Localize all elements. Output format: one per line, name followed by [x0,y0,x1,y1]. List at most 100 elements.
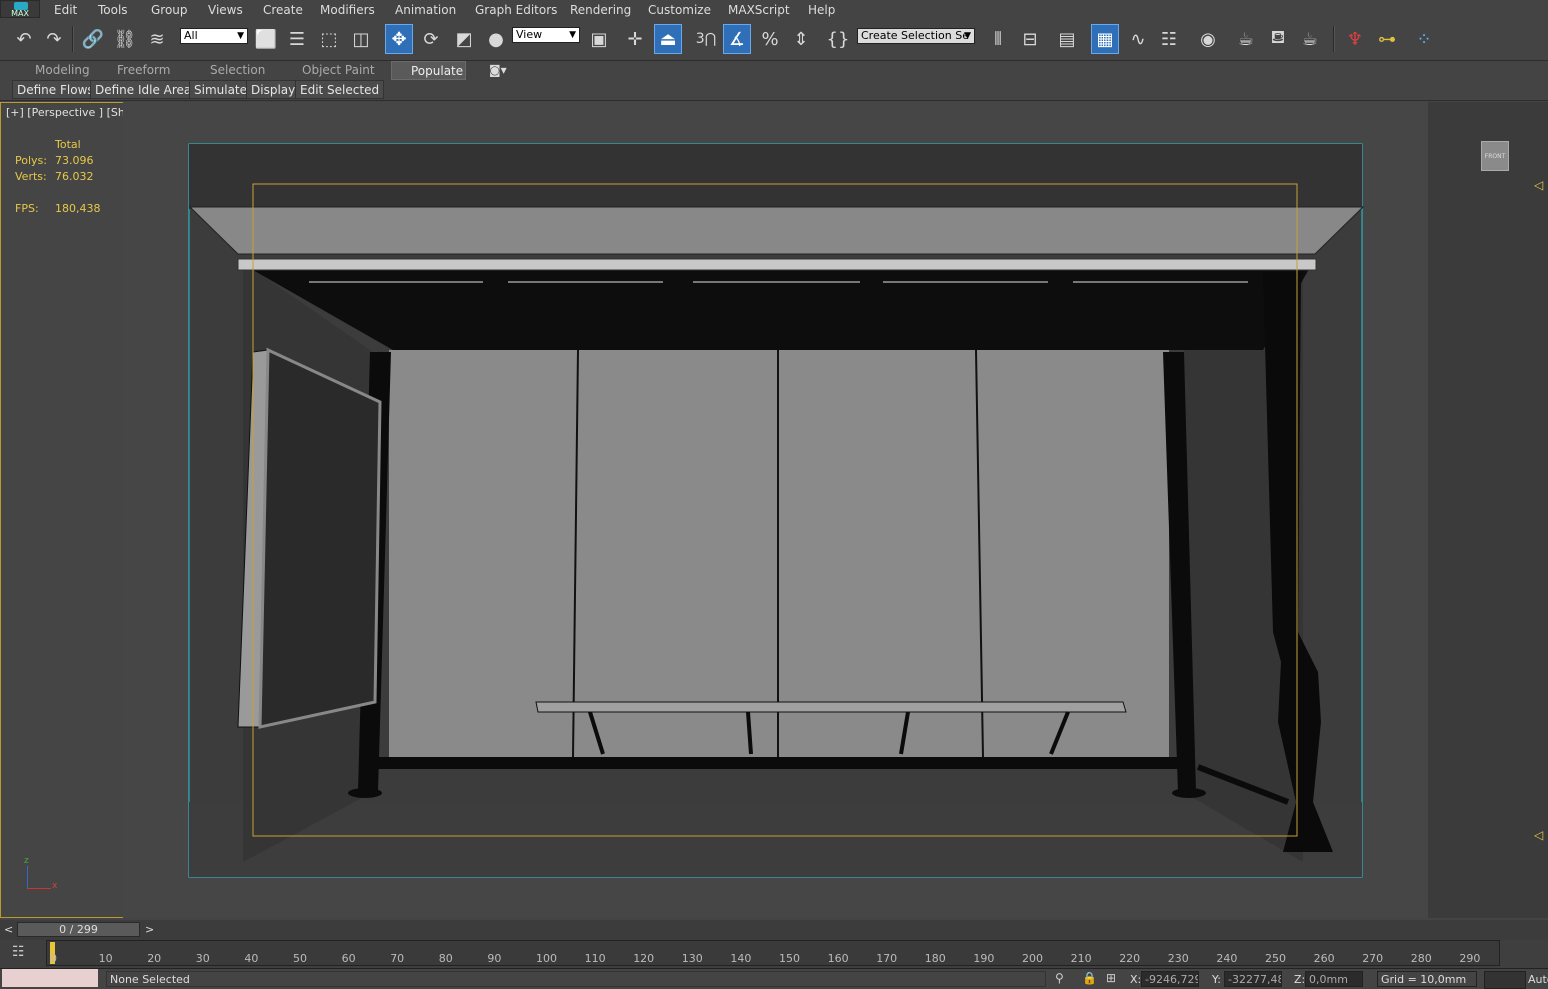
stats-total-label: Total [55,138,81,151]
undo-icon[interactable]: ↶ [10,24,38,54]
tab-populate[interactable]: Populate [391,61,466,80]
ceiling-underside [239,262,1313,350]
simulate-button[interactable]: Simulate [189,80,253,99]
define-idle-areas-button[interactable]: Define Idle Areas [90,80,203,99]
tab-freeform[interactable]: Freeform [117,61,170,80]
x-coord-field[interactable]: -9246,729m [1141,971,1199,987]
render-icon[interactable]: ☕ [1296,24,1324,54]
floor-plane [189,802,1362,877]
unlink-icon[interactable]: ⛓ [111,24,139,54]
measure-icon[interactable]: ⊶ [1373,24,1401,54]
selection-filter-dropdown[interactable]: All ▼ [180,28,248,44]
reference-coord-dropdown[interactable]: View ▼ [512,27,580,43]
toolbar-divider [72,26,74,52]
reference-coord-value: View [516,28,543,41]
menu-edit[interactable]: Edit [54,0,77,20]
timeline-tick-label: 10 [98,952,113,965]
timeline-tick-label: 130 [681,952,703,965]
render-setup-icon[interactable]: ☕ [1232,24,1260,54]
prev-frame-button[interactable]: < [4,923,13,936]
place-icon[interactable]: ● [482,24,510,54]
timeline-tick-label: 150 [779,952,800,965]
selection-brackets-icon[interactable]: ⁘ [1410,24,1438,54]
menu-group[interactable]: Group [151,0,188,20]
timeline-tick-label: 250 [1265,952,1286,965]
menu-help[interactable]: Help [808,0,835,20]
percent-snap-icon[interactable]: % [756,24,784,54]
timeline-tick-label: 80 [438,952,453,965]
selection-filter-value: All [184,29,198,42]
scene-render[interactable] [123,102,1428,918]
civil-view-icon[interactable]: ♆ [1341,24,1369,54]
redo-icon[interactable]: ↷ [40,24,68,54]
curve-editor-icon[interactable]: ∿ [1124,24,1152,54]
named-selection-set-dropdown[interactable]: Create Selection Se ▼ [857,28,975,44]
tab-modeling[interactable]: Modeling [35,61,90,80]
angle-snap-icon[interactable]: ∡ [723,24,751,54]
menu-maxscript[interactable]: MAXScript [728,0,790,20]
y-coord-field[interactable]: -32277,48 [1224,971,1282,987]
absolute-mode-icon[interactable]: ⊞ [1106,971,1116,985]
rotate-icon[interactable]: ⟳ [417,24,445,54]
region-select-icon[interactable]: ⬚ [315,24,343,54]
tab-selection[interactable]: Selection [210,61,265,80]
select-by-name-icon[interactable]: ☰ [283,24,311,54]
selection-status: None Selected [106,971,1046,987]
define-flows-button[interactable]: Define Flows [12,80,99,99]
window-crossing-icon[interactable]: ◫ [347,24,375,54]
menu-create[interactable]: Create [263,0,303,20]
timeline-tick-label: 60 [341,952,356,965]
timeline-tick-label: 170 [876,952,898,965]
snap-toggle-icon[interactable]: 3 ⋂ [692,24,720,54]
timeline-tick-label: 270 [1362,952,1384,965]
align-icon[interactable]: ⊟ [1016,24,1044,54]
ribbon-options-icon[interactable]: ◙▾ [489,61,507,80]
link-icon[interactable]: 🔗 [79,24,107,54]
viewcube[interactable]: FRONT [1481,141,1509,171]
isolate-icon[interactable]: ⚲ [1055,971,1064,985]
material-editor-icon[interactable]: ◉ [1194,24,1222,54]
timeline-tick-label: 40 [244,952,259,965]
app-logo-button[interactable]: MAX [0,0,40,18]
keyboard-shortcut-override-icon[interactable]: ⏏ [654,24,682,54]
scene-explorer-icon[interactable]: ▦ [1091,24,1119,54]
time-tag-button[interactable] [1484,971,1526,989]
select-object-icon[interactable]: ⬜ [252,24,280,54]
select-manipulate-icon[interactable]: ✛ [621,24,649,54]
next-frame-button[interactable]: > [145,923,154,936]
bind-space-warp-icon[interactable]: ≋ [143,24,171,54]
lock-icon[interactable]: 🔒 [1082,971,1097,985]
time-slider[interactable]: 0 / 299 [17,922,140,937]
menu-views[interactable]: Views [208,0,243,20]
mirror-icon[interactable]: ⫴ [984,24,1012,54]
mini-curve-editor-icon[interactable]: ☷ [12,944,25,960]
z-coord-field[interactable]: 0,0mm [1305,971,1363,987]
logo-icon [14,2,28,10]
menu-modifiers[interactable]: Modifiers [320,0,375,20]
schematic-icon[interactable]: ☷ [1155,24,1183,54]
menu-tools[interactable]: Tools [98,0,128,20]
stats-fps-label: FPS: [15,202,39,215]
spinner-snap-icon[interactable]: ⇕ [787,24,815,54]
right-post-base [1172,788,1206,798]
scale-icon[interactable]: ◩ [450,24,478,54]
pivot-center-icon[interactable]: ▣ [585,24,613,54]
tab-object-paint[interactable]: Object Paint [302,61,375,80]
timeline-tick-label: 30 [195,952,210,965]
display-button[interactable]: Display [246,80,301,99]
edit-named-selection-icon[interactable]: {} [824,24,852,54]
menu-rendering[interactable]: Rendering [570,0,631,20]
layers-icon[interactable]: ▤ [1053,24,1081,54]
rendered-frame-icon[interactable]: ⛾ [1264,24,1292,54]
menu-customize[interactable]: Customize [648,0,711,20]
menu-animation[interactable]: Animation [395,0,456,20]
upper-background [189,144,1362,209]
auto-key-button[interactable]: Auto [1528,973,1548,986]
time-slider-bar [0,920,1548,940]
timeline-tick-label: 0 [50,952,57,965]
edit-selected-button[interactable]: Edit Selected [295,80,385,99]
maxscript-listener[interactable] [2,969,98,987]
timeline-tick-label: 240 [1216,952,1238,965]
move-icon[interactable]: ✥ [385,24,413,54]
menu-graph-editors[interactable]: Graph Editors [475,0,557,20]
